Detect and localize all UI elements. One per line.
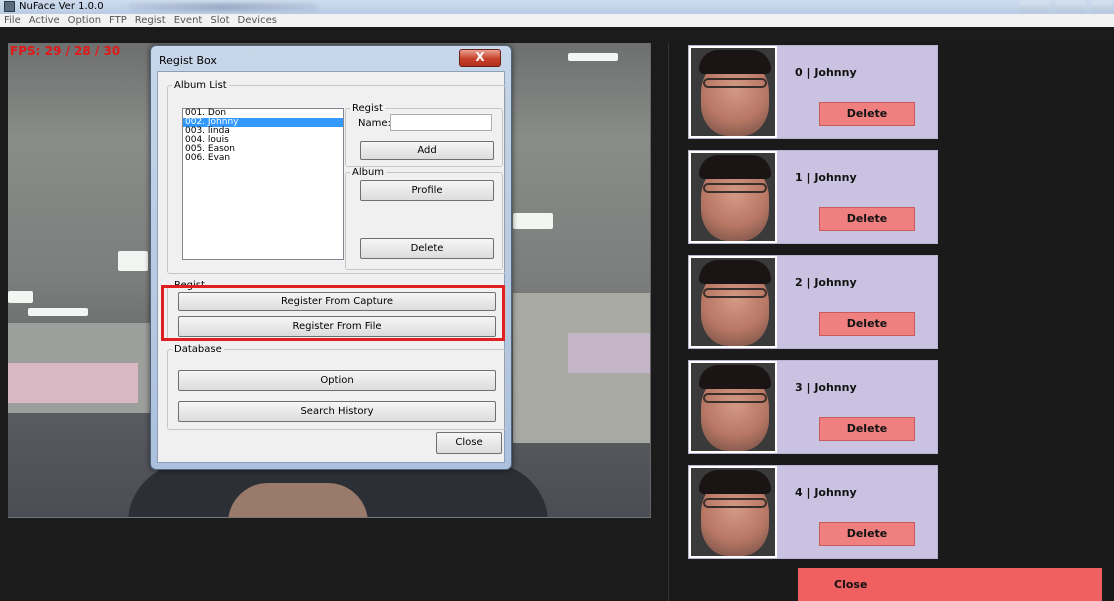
- face-card: 2 | Johnny Delete: [688, 255, 938, 349]
- face-card-label: 1 | Johnny: [795, 171, 857, 184]
- gallery-close-button[interactable]: Close: [798, 568, 1102, 601]
- face-delete-button[interactable]: Delete: [819, 312, 915, 336]
- face-card: 0 | Johnny Delete: [688, 45, 938, 139]
- name-field[interactable]: [390, 114, 492, 131]
- window-close-button[interactable]: [1092, 1, 1112, 12]
- face-thumbnail: [689, 151, 777, 243]
- face-delete-button[interactable]: Delete: [819, 522, 915, 546]
- add-button[interactable]: Add: [360, 141, 494, 160]
- ceiling-light: [513, 213, 553, 229]
- ceiling-light: [28, 308, 88, 316]
- menu-bar: File Active Option FTP Regist Event Slot…: [0, 14, 1114, 27]
- menu-option[interactable]: Option: [64, 14, 105, 27]
- window-title: NuFace Ver 1.0.0: [19, 1, 104, 12]
- face-card-label: 4 | Johnny: [795, 486, 857, 499]
- face-delete-button[interactable]: Delete: [819, 207, 915, 231]
- menu-file[interactable]: File: [0, 14, 25, 27]
- database-legend: Database: [174, 344, 222, 355]
- face-card: 4 | Johnny Delete: [688, 465, 938, 559]
- face-thumbnail: [689, 256, 777, 348]
- face-card-label: 2 | Johnny: [795, 276, 857, 289]
- face-delete-button[interactable]: Delete: [819, 102, 915, 126]
- fps-readout: FPS: 29 / 28 / 30: [10, 44, 121, 58]
- ceiling-light: [8, 291, 33, 303]
- minimize-button[interactable]: [1020, 1, 1050, 12]
- dialog-title: Regist Box: [159, 54, 217, 67]
- face-card: 1 | Johnny Delete: [688, 150, 938, 244]
- menu-devices[interactable]: Devices: [234, 14, 281, 27]
- annotation-highlight-box: [161, 285, 505, 341]
- search-history-button[interactable]: Search History: [178, 401, 496, 422]
- face-card-label: 3 | Johnny: [795, 381, 857, 394]
- dialog-close-button[interactable]: Close: [436, 432, 502, 454]
- menu-slot[interactable]: Slot: [206, 14, 233, 27]
- profile-button[interactable]: Profile: [360, 180, 494, 201]
- app-icon: [4, 1, 15, 12]
- list-item[interactable]: 006. Evan: [183, 154, 343, 163]
- album-list-legend: Album List: [174, 80, 227, 91]
- face-card-label: 0 | Johnny: [795, 66, 857, 79]
- blurred-title-text: [128, 3, 318, 11]
- ceiling-light: [118, 251, 148, 271]
- option-button[interactable]: Option: [178, 370, 496, 391]
- wall-notes: [568, 333, 650, 373]
- face-thumbnail: [689, 361, 777, 453]
- wall-notes: [8, 363, 138, 403]
- face-card: 3 | Johnny Delete: [688, 360, 938, 454]
- menu-event[interactable]: Event: [170, 14, 207, 27]
- person-chin: [228, 483, 368, 517]
- album-legend: Album: [352, 167, 385, 178]
- menu-regist[interactable]: Regist: [131, 14, 170, 27]
- face-thumbnail: [689, 46, 777, 138]
- regist-name-legend: Regist: [352, 103, 383, 114]
- face-thumbnail: [689, 466, 777, 558]
- dialog-close-icon[interactable]: X: [459, 49, 501, 67]
- title-bar: NuFace Ver 1.0.0: [0, 0, 1114, 14]
- album-listbox[interactable]: 001. Don 002. Johnny 003. linda 004. lou…: [182, 108, 344, 260]
- menu-ftp[interactable]: FTP: [105, 14, 131, 27]
- ceiling-light: [568, 53, 618, 61]
- maximize-button[interactable]: [1056, 1, 1086, 12]
- name-label: Name:: [358, 118, 391, 129]
- face-delete-button[interactable]: Delete: [819, 417, 915, 441]
- delete-album-button[interactable]: Delete: [360, 238, 494, 259]
- menu-active[interactable]: Active: [25, 14, 64, 27]
